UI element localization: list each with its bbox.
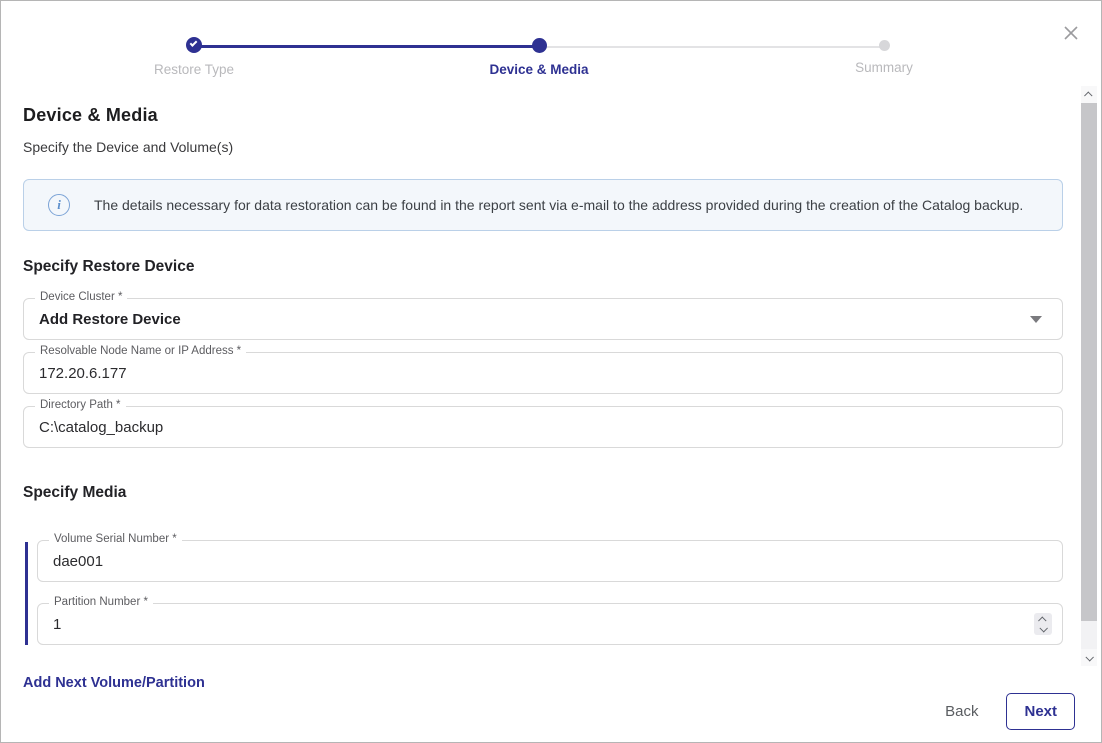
device-cluster-value: Add Restore Device [39,311,1030,328]
volume-serial-field: Volume Serial Number * [37,540,1063,582]
stepper-step-restore-type[interactable]: Restore Type [94,37,294,77]
wizard-footer: Back Next [945,693,1075,730]
add-next-volume-link[interactable]: Add Next Volume/Partition [23,675,205,691]
step-label: Restore Type [94,62,294,77]
directory-path-label: Directory Path * [35,399,126,411]
volume-serial-input[interactable] [38,541,1062,581]
media-heading: Specify Media [23,484,1063,502]
chevron-up-icon [1084,91,1092,99]
partition-number-field: Partition Number * [37,603,1063,645]
info-banner-text: The details necessary for data restorati… [94,197,1023,213]
media-volume-group: Volume Serial Number * Partition Number … [23,540,1063,645]
wizard-content: Device & Media Specify the Device and Vo… [23,105,1063,692]
stepper-step-summary[interactable]: Summary [784,37,984,75]
device-cluster-select[interactable]: Device Cluster * Add Restore Device [23,298,1063,340]
restore-wizard-dialog: Restore Type Device & Media Summary Devi… [0,0,1102,743]
info-icon: i [48,194,70,216]
node-address-field: Resolvable Node Name or IP Address * [23,352,1063,394]
next-button[interactable]: Next [1006,693,1075,730]
scrollbar-up-button[interactable] [1081,86,1097,103]
scrollbar-thumb[interactable] [1081,103,1097,621]
node-address-input[interactable] [24,353,1062,393]
chevron-up-icon [1038,616,1046,624]
restore-device-heading: Specify Restore Device [23,258,1063,276]
volume-serial-label: Volume Serial Number * [49,533,182,545]
info-banner: i The details necessary for data restora… [23,179,1063,231]
step-active-dot-icon [532,38,547,53]
wizard-stepper: Restore Type Device & Media Summary [1,1,1101,81]
directory-path-field: Directory Path * [23,406,1063,448]
partition-number-input[interactable] [38,604,1062,644]
step-label: Summary [784,60,984,75]
step-completed-check-icon [186,37,202,53]
device-cluster-label: Device Cluster * [35,291,127,303]
node-address-label: Resolvable Node Name or IP Address * [35,345,246,357]
chevron-down-icon [1085,653,1093,661]
scrollbar-down-button[interactable] [1081,649,1097,666]
number-stepper[interactable] [1034,613,1052,635]
page-title: Device & Media [23,105,1063,126]
vertical-scrollbar[interactable] [1081,86,1097,666]
stepper-step-device-media[interactable]: Device & Media [439,37,639,77]
restore-device-fields: Device Cluster * Add Restore Device Reso… [23,298,1063,448]
step-upcoming-dot-icon [879,40,890,51]
directory-path-input[interactable] [24,407,1062,447]
page-subtitle: Specify the Device and Volume(s) [23,139,1063,155]
chevron-down-icon [1039,624,1047,632]
step-label: Device & Media [439,62,639,77]
partition-number-label: Partition Number * [49,596,153,608]
chevron-down-icon [1030,316,1042,323]
back-button[interactable]: Back [945,703,978,720]
